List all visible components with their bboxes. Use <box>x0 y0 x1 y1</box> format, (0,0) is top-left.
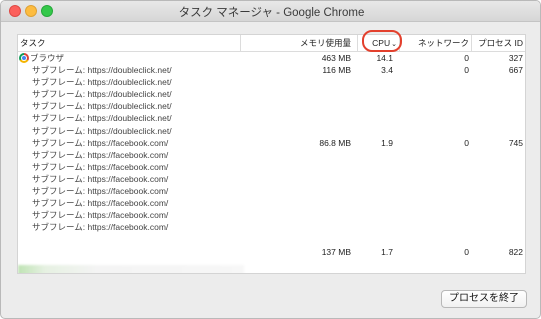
memory-cell: 137 MB <box>321 246 351 257</box>
network-cell: 0 <box>464 53 469 63</box>
task-cell: サブフレーム: https://doubleclick.net/ <box>32 125 172 136</box>
table-row[interactable]: サブフレーム: https://doubleclick.net/ <box>18 112 525 124</box>
cpu-cell: 1.9 <box>381 137 393 148</box>
pid-cell: 822 <box>508 246 523 257</box>
network-cell: 0 <box>464 246 469 257</box>
table-row[interactable]: サブフレーム: https://facebook.com/ <box>18 161 525 173</box>
table-row[interactable] <box>18 233 525 245</box>
table-body: ブラウザ 463 MB 14.1 0 327 サブフレーム: https://double… <box>18 52 525 273</box>
column-header-memory[interactable]: メモリ使用量 <box>240 35 355 51</box>
table-row[interactable]: サブフレーム: https://facebook.com/ <box>18 173 525 185</box>
table-row[interactable]: 137 MB 1.7 0 822 <box>18 246 525 258</box>
task-cell: サブフレーム: https://facebook.com/ <box>32 137 169 148</box>
column-header-pid[interactable]: プロセス ID <box>471 35 525 51</box>
pid-cell: 745 <box>508 137 523 148</box>
task-cell: サブフレーム: https://facebook.com/ <box>32 149 169 160</box>
column-header-network[interactable]: ネットワーク <box>399 35 471 51</box>
task-cell: サブフレーム: https://doubleclick.net/ <box>32 113 172 124</box>
cpu-cell: 3.4 <box>381 65 393 76</box>
memory-cell: 116 MB <box>322 65 351 76</box>
table-row[interactable] <box>18 270 525 273</box>
title-bar[interactable]: タスク マネージャ - Google Chrome <box>1 1 540 22</box>
table-row[interactable]: サブフレーム: https://facebook.com/ <box>18 209 525 221</box>
end-process-button[interactable]: プロセスを終了 <box>441 290 527 308</box>
process-table[interactable]: タスク メモリ使用量 CPU⌄ ネットワーク プロセス ID ブラウザ 463 M… <box>17 34 526 274</box>
task-cell: サブフレーム: https://facebook.com/ <box>32 186 169 197</box>
cpu-cell: 14.1 <box>376 53 393 63</box>
table-row[interactable]: サブフレーム: https://doubleclick.net/ <box>18 88 525 100</box>
task-cell: サブフレーム: https://doubleclick.net/ <box>32 101 172 112</box>
table-row[interactable]: サブフレーム: https://doubleclick.net/ <box>18 100 525 112</box>
task-cell: サブフレーム: https://doubleclick.net/ <box>32 77 172 88</box>
column-header-cpu-label: CPU <box>372 38 391 48</box>
task-cell: サブフレーム: https://doubleclick.net/ <box>32 89 172 100</box>
memory-cell: 86.8 MB <box>319 137 351 148</box>
memory-cell: 463 MB <box>321 53 351 63</box>
column-header-cpu[interactable]: CPU⌄ <box>357 35 399 51</box>
window-title: タスク マネージャ - Google Chrome <box>178 7 365 19</box>
network-cell: 0 <box>464 137 469 148</box>
task-cell: サブフレーム: https://doubleclick.net/ <box>32 65 172 76</box>
table-row[interactable]: サブフレーム: https://facebook.com/ <box>18 185 525 197</box>
table-row[interactable]: サブフレーム: https://doubleclick.net/ <box>18 76 525 88</box>
pid-cell: 327 <box>508 53 523 63</box>
table-header: タスク メモリ使用量 CPU⌄ ネットワーク プロセス ID <box>18 35 525 52</box>
table-row[interactable]: サブフレーム: https://facebook.com/ <box>18 221 525 233</box>
table-row[interactable]: サブフレーム: https://doubleclick.net/116 MB 3.… <box>18 64 525 76</box>
table-row[interactable]: サブフレーム: https://facebook.com/ <box>18 197 525 209</box>
task-cell: サブフレーム: https://facebook.com/ <box>32 210 169 221</box>
task-cell: ブラウザ <box>30 53 65 63</box>
table-row[interactable]: サブフレーム: https://doubleclick.net/ <box>18 125 525 137</box>
network-cell: 0 <box>464 65 469 76</box>
task-cell: サブフレーム: https://facebook.com/ <box>32 173 169 184</box>
chevron-down-icon: ⌄ <box>391 41 397 48</box>
column-header-task[interactable]: タスク <box>20 35 238 51</box>
table-row[interactable]: サブフレーム: https://facebook.com/ <box>18 149 525 161</box>
task-manager-window: タスク マネージャ - Google Chrome タスク メモリ使用量 CPU… <box>0 0 541 319</box>
table-row[interactable]: サブフレーム: https://facebook.com/86.8 MB 1.9 0… <box>18 137 525 149</box>
cpu-cell: 1.7 <box>381 246 393 257</box>
task-cell: サブフレーム: https://facebook.com/ <box>32 198 169 209</box>
task-cell: サブフレーム: https://facebook.com/ <box>32 222 169 233</box>
table-row[interactable]: ブラウザ 463 MB 14.1 0 327 <box>18 52 525 64</box>
task-cell: サブフレーム: https://facebook.com/ <box>32 161 169 172</box>
table-row[interactable] <box>18 258 525 270</box>
pid-cell: 667 <box>508 65 523 76</box>
chrome-icon <box>19 53 29 63</box>
